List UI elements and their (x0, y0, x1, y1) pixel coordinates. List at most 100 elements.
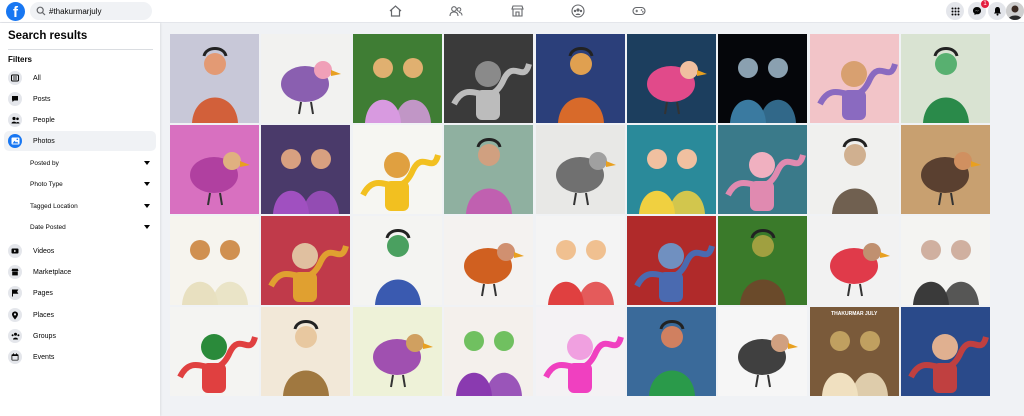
photo-result-tile[interactable] (626, 307, 716, 396)
sidebar-item-photos[interactable]: Photos (4, 131, 156, 151)
photo-thumbnail (444, 34, 534, 123)
photo-result-tile[interactable] (535, 307, 625, 396)
photo-thumbnail (901, 216, 991, 305)
photo-result-tile[interactable] (352, 34, 442, 123)
marketplace-tab[interactable] (508, 3, 526, 19)
photo-thumbnail (444, 125, 534, 214)
filter-posted-by[interactable]: Posted by (30, 154, 154, 172)
photo-result-tile[interactable] (901, 34, 991, 123)
sidebar-item-posts[interactable]: Posts (4, 89, 156, 109)
chevron-down-icon (144, 204, 150, 208)
photo-result-tile[interactable] (444, 307, 534, 396)
sidebar-item-label: Posts (33, 95, 51, 103)
photo-thumbnail (626, 34, 716, 123)
photo-result-tile[interactable] (901, 307, 991, 396)
gaming-tab[interactable] (630, 3, 648, 19)
search-filters-sidebar: Search results Filters All Posts People … (0, 23, 160, 416)
photo-thumbnail (901, 125, 991, 214)
photo-result-tile[interactable] (718, 307, 808, 396)
photo-thumbnail (809, 34, 899, 123)
sidebar-item-marketplace[interactable]: Marketplace (4, 262, 156, 282)
friends-tab[interactable] (447, 3, 465, 19)
photo-result-tile[interactable] (901, 125, 991, 214)
events-icon (8, 350, 22, 364)
sidebar-item-all[interactable]: All (4, 68, 156, 88)
photo-result-tile[interactable] (261, 216, 351, 305)
sidebar-item-people[interactable]: People (4, 110, 156, 130)
filter-date-posted[interactable]: Date Posted (30, 218, 154, 236)
all-icon (8, 71, 22, 85)
groups-tab[interactable] (569, 3, 587, 19)
sidebar-item-label: Videos (33, 247, 55, 255)
photo-thumbnail (626, 125, 716, 214)
sidebar-item-places[interactable]: Places (4, 305, 156, 325)
photo-result-tile[interactable] (718, 125, 808, 214)
sidebar-item-groups[interactable]: Groups (4, 326, 156, 346)
photo-result-tile[interactable] (261, 34, 351, 123)
filter-tagged-location[interactable]: Tagged Location (30, 197, 154, 215)
friends-icon (449, 6, 463, 17)
search-input[interactable] (49, 6, 149, 16)
photo-thumbnail (718, 216, 808, 305)
notifications-button[interactable] (988, 2, 1006, 20)
photo-thumbnail (626, 307, 716, 396)
photo-result-tile[interactable] (809, 216, 899, 305)
filter-photo-type[interactable]: Photo Type (30, 175, 154, 193)
sidebar-item-label: Marketplace (33, 268, 72, 276)
photo-result-tile[interactable] (535, 216, 625, 305)
photo-result-tile[interactable] (170, 216, 259, 305)
photo-result-tile[interactable] (352, 216, 442, 305)
photo-thumbnail (901, 307, 991, 396)
photo-result-tile[interactable] (718, 216, 808, 305)
photo-result-tile[interactable] (901, 216, 991, 305)
photo-result-tile[interactable] (626, 34, 716, 123)
facebook-logo-icon[interactable]: f (6, 2, 25, 21)
sidebar-item-label: Places (33, 311, 55, 319)
gaming-icon (632, 6, 646, 16)
photo-result-tile[interactable] (809, 34, 899, 123)
photo-thumbnail (535, 307, 625, 396)
sidebar-item-videos[interactable]: Videos (4, 241, 156, 261)
photo-thumbnail (535, 216, 625, 305)
messenger-button[interactable]: 1 (968, 0, 989, 20)
chevron-down-icon (144, 182, 150, 186)
photo-result-tile[interactable] (535, 125, 625, 214)
messenger-icon (973, 7, 981, 15)
photo-result-tile[interactable] (444, 34, 534, 123)
sidebar-item-events[interactable]: Events (4, 347, 156, 367)
photo-result-tile[interactable] (352, 307, 442, 396)
photo-result-tile[interactable] (170, 34, 259, 123)
photo-thumbnail (352, 34, 442, 123)
search-box[interactable] (30, 2, 152, 20)
photo-result-tile[interactable] (352, 125, 442, 214)
home-tab[interactable] (386, 3, 404, 19)
photo-result-tile[interactable] (170, 307, 259, 396)
photo-result-tile[interactable] (261, 125, 351, 214)
photo-result-tile[interactable]: THAKURMAR JULY (809, 307, 899, 396)
menu-button[interactable] (946, 2, 964, 20)
pages-icon (8, 286, 22, 300)
photo-thumbnail (261, 216, 351, 305)
photo-thumbnail (535, 34, 625, 123)
photo-result-tile[interactable] (535, 34, 625, 123)
grid-menu-icon (951, 7, 959, 15)
top-navigation-bar: f 1 (0, 0, 1024, 23)
profile-avatar[interactable] (1006, 2, 1024, 20)
photo-result-tile[interactable] (626, 216, 716, 305)
sidebar-item-label: Groups (33, 332, 56, 340)
sidebar-item-pages[interactable]: Pages (4, 283, 156, 303)
photo-result-tile[interactable] (444, 216, 534, 305)
photo-result-tile[interactable] (170, 125, 259, 214)
photo-result-tile[interactable] (718, 34, 808, 123)
photo-result-tile[interactable] (809, 125, 899, 214)
chevron-down-icon (144, 225, 150, 229)
photo-result-tile[interactable] (444, 125, 534, 214)
photo-result-tile[interactable] (261, 307, 351, 396)
sidebar-item-label: People (33, 116, 55, 124)
photo-thumbnail (170, 34, 259, 123)
photo-thumbnail (718, 34, 808, 123)
filter-label: Posted by (30, 159, 59, 167)
photo-thumbnail (352, 216, 442, 305)
filter-label: Tagged Location (30, 202, 78, 210)
photo-result-tile[interactable] (626, 125, 716, 214)
